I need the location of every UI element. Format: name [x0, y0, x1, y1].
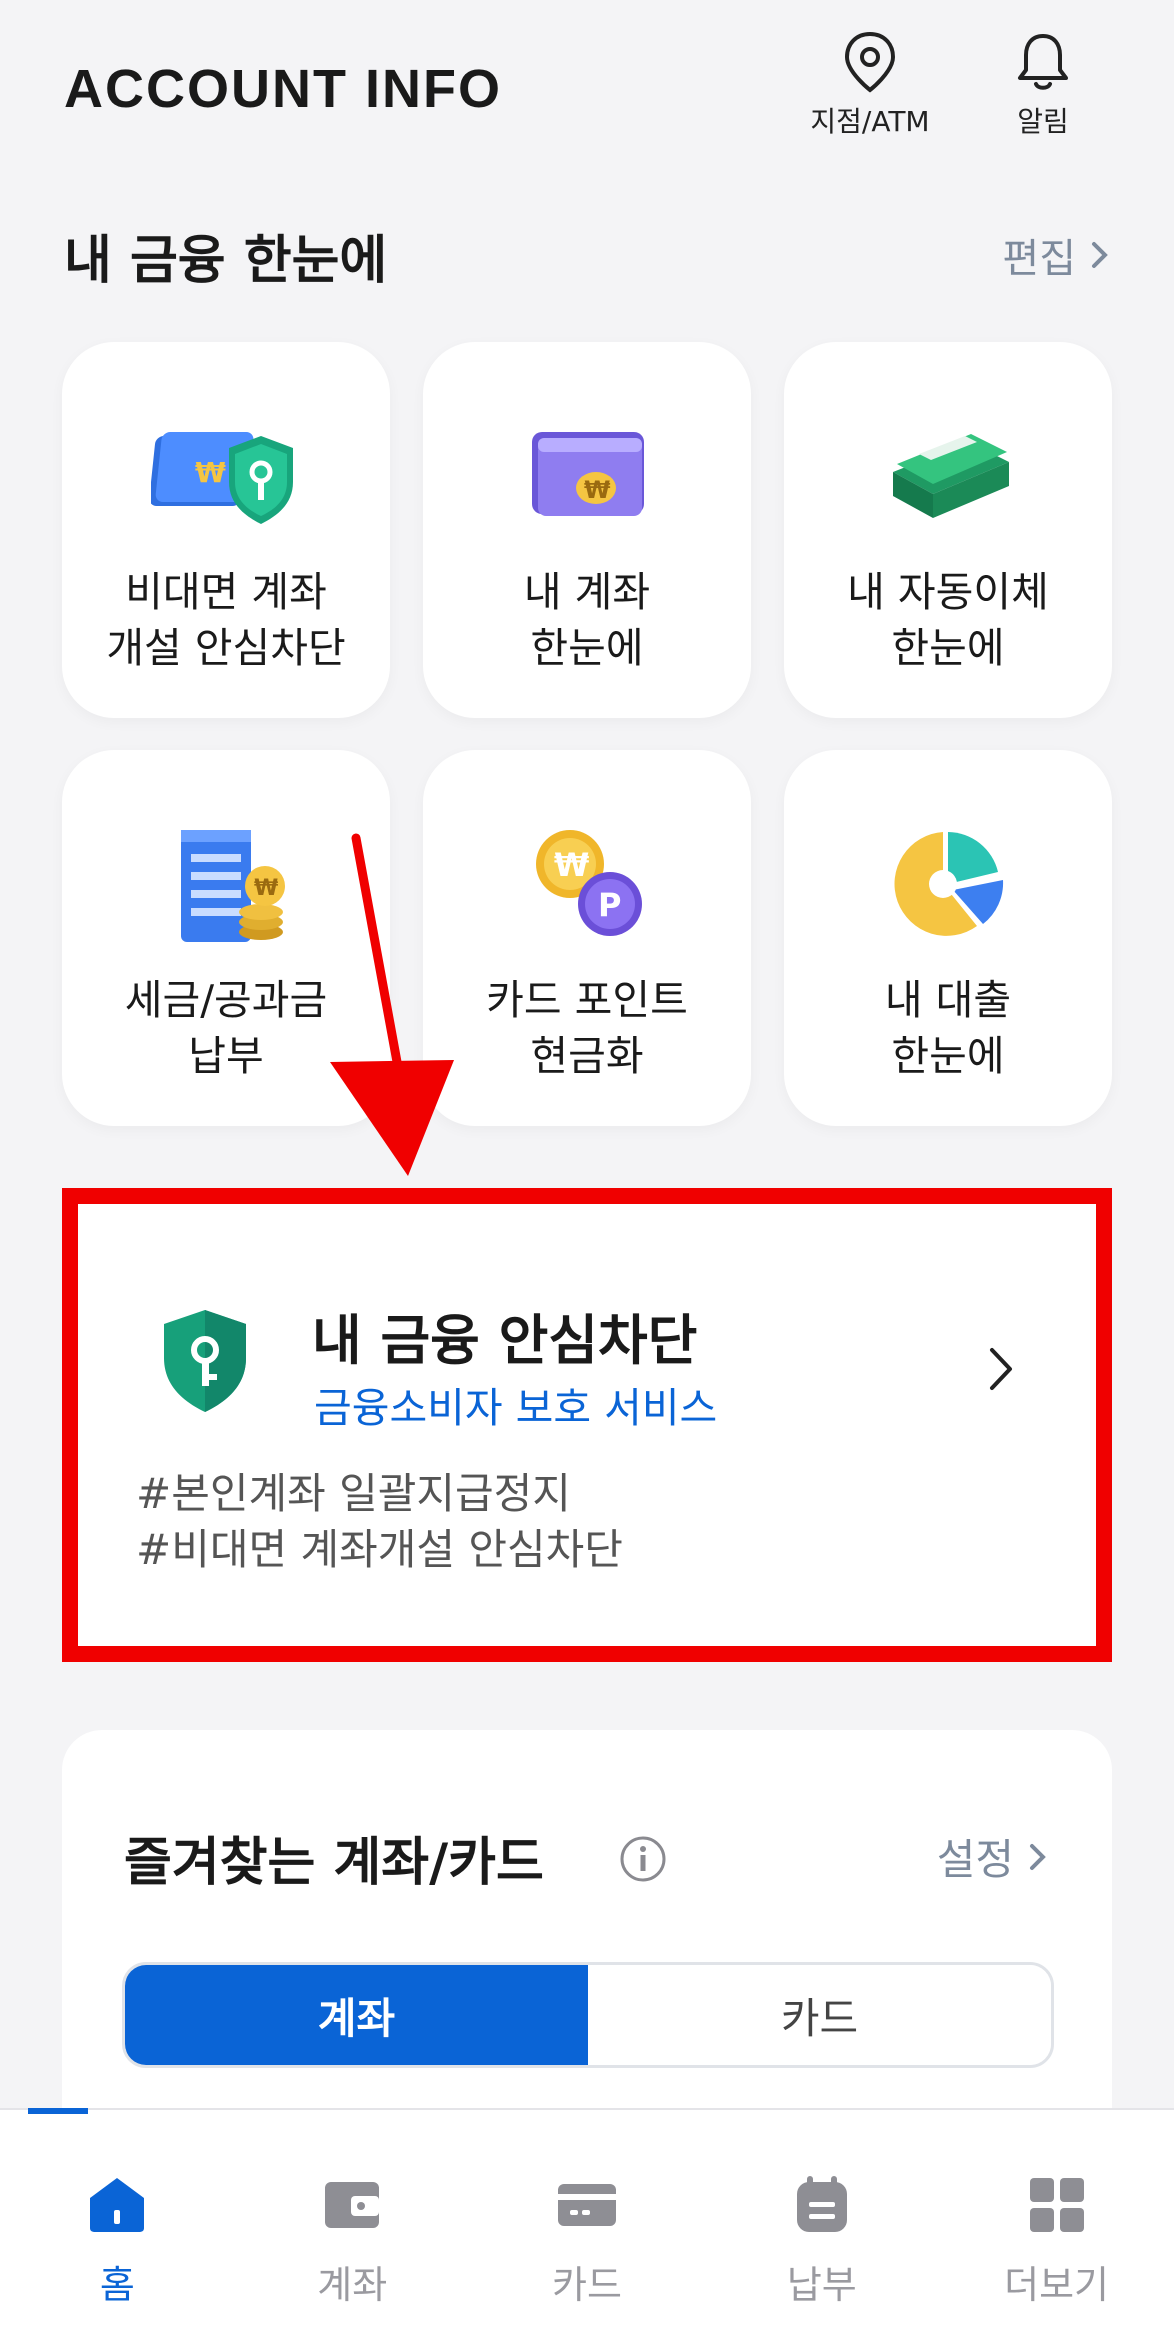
won-point-coins-icon: ₩ P: [536, 830, 642, 936]
tile-untact-account-block[interactable]: ₩ 비대면 계좌 개설 안심차단: [62, 342, 390, 718]
nav-item-accounts[interactable]: 계좌: [235, 2110, 470, 2346]
card-icon: [557, 2184, 616, 2226]
atm-button[interactable]: 지점/ATM: [795, 30, 945, 140]
svg-text:₩: ₩: [195, 456, 226, 489]
pie-chart-icon: [894, 832, 1004, 936]
alarm-label: 알림: [1017, 105, 1069, 138]
location-pin-icon: [844, 31, 896, 93]
safety-card-tags: #본인계좌 일괄지급정지 #비대면 계좌개설 안심차단: [136, 1466, 623, 1578]
annotation-arrow-icon: [330, 833, 454, 1176]
favorites-title: 즐겨찾는 계좌/카드: [124, 1833, 544, 1893]
nav-label: 더보기: [1004, 2263, 1110, 2307]
financial-safety-block-card[interactable]: 내 금융 안심차단 금융소비자 보호 서비스 #본인계좌 일괄지급정지 #비대면…: [62, 1188, 1112, 1662]
svg-text:P: P: [598, 886, 621, 924]
bill-icon: [796, 2176, 847, 2232]
nav-item-more[interactable]: 더보기: [939, 2110, 1174, 2346]
bell-icon: [1018, 34, 1068, 90]
quick-menu-grid: ₩ 비대면 계좌 개설 안심차단 ₩ 내 계좌 한눈에 내 자동이체 한눈에 ₩…: [62, 342, 1112, 1126]
edit-label: 편집: [1002, 236, 1076, 282]
settings-button[interactable]: 설정: [937, 1826, 1048, 1887]
tile-label: 내 계좌 한눈에: [523, 568, 651, 672]
atm-label: 지점/ATM: [810, 105, 930, 138]
tile-my-accounts[interactable]: ₩ 내 계좌 한눈에: [423, 342, 751, 718]
account-card-segmented-control: 계좌 카드: [122, 1962, 1054, 2068]
page-title: ACCOUNT INFO: [64, 59, 502, 119]
nav-item-cards[interactable]: 카드: [470, 2110, 705, 2346]
tile-my-loans[interactable]: 내 대출 한눈에: [784, 750, 1112, 1126]
bottom-navigation: 홈 계좌 카드 납부 더보기: [0, 2108, 1174, 2346]
nav-item-payments[interactable]: 납부: [704, 2110, 939, 2346]
home-icon: [90, 2178, 145, 2232]
safety-card-title: 내 금융 안심차단: [312, 1309, 698, 1372]
app-screen: ACCOUNT INFO 지점/ATM 알림 내 금융 한눈에 편집 ₩ 비대면…: [0, 0, 1174, 2346]
nav-item-home[interactable]: 홈: [0, 2108, 235, 2346]
info-icon[interactable]: [618, 1834, 668, 1884]
tile-label: 카드 포인트 현금화: [486, 976, 688, 1080]
chevron-right-icon: [1030, 1843, 1046, 1870]
tile-label: 세금/공과금 납부: [124, 976, 328, 1080]
active-tab-indicator: [28, 2108, 88, 2114]
nav-label: 계좌: [317, 2263, 388, 2307]
top-header: ACCOUNT INFO 지점/ATM 알림: [0, 0, 1174, 190]
tab-account[interactable]: 계좌: [125, 1965, 588, 2065]
cash-stack-icon: [893, 434, 1009, 518]
tile-auto-transfer[interactable]: 내 자동이체 한눈에: [784, 342, 1112, 718]
nav-label: 홈: [99, 2263, 135, 2307]
chevron-right-icon: [990, 1348, 1012, 1390]
tile-label: 비대면 계좌 개설 안심차단: [106, 568, 346, 672]
building-coins-icon: ₩: [181, 830, 285, 942]
account-shield-icon: ₩: [151, 432, 293, 524]
tab-card[interactable]: 카드: [588, 1965, 1051, 2065]
wallet-icon: [325, 2182, 380, 2228]
nav-label: 카드: [552, 2263, 622, 2307]
settings-label: 설정: [936, 1835, 1014, 1884]
safety-card-subtitle: 금융소비자 보호 서비스: [314, 1384, 718, 1432]
notification-button[interactable]: 알림: [968, 30, 1118, 140]
chevron-right-icon: [1092, 242, 1108, 268]
hashtag: #비대면 계좌개설 안심차단: [136, 1525, 623, 1574]
grid-icon: [1029, 2178, 1084, 2232]
svg-text:₩: ₩: [554, 846, 589, 884]
svg-text:₩: ₩: [254, 876, 278, 901]
bankbook-icon: ₩: [532, 432, 644, 516]
edit-button[interactable]: 편집: [1002, 226, 1110, 284]
nav-label: 납부: [786, 2263, 857, 2307]
shield-key-icon: [164, 1310, 246, 1412]
svg-text:₩: ₩: [584, 476, 611, 504]
tile-label: 내 대출 한눈에: [884, 976, 1012, 1080]
section-title: 내 금융 한눈에: [64, 231, 388, 291]
hashtag: #본인계좌 일괄지급정지: [136, 1469, 571, 1518]
tile-label: 내 자동이체 한눈에: [847, 568, 1049, 672]
